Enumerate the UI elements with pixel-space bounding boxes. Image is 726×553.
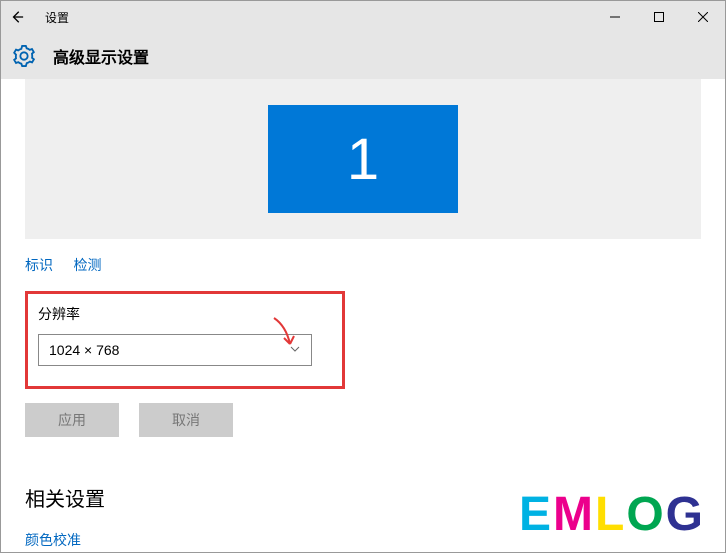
monitor-links: 标识 检测: [25, 255, 701, 275]
page-title: 高级显示设置: [53, 44, 149, 68]
monitor-tile-1[interactable]: 1: [268, 105, 458, 213]
annotation-arrow-icon: [268, 316, 300, 356]
resolution-section: 分辨率 1024 × 768: [25, 291, 345, 389]
window-controls: [593, 1, 725, 33]
action-buttons: 应用 取消: [25, 403, 701, 437]
detect-link[interactable]: 检测: [73, 255, 101, 275]
settings-window: 设置 高级显示设置 1 标识 检测: [0, 0, 726, 553]
arrow-left-icon: [10, 10, 24, 24]
titlebar: 设置: [1, 1, 725, 33]
maximize-button[interactable]: [637, 1, 681, 33]
gear-icon: [13, 45, 35, 67]
apply-button[interactable]: 应用: [25, 403, 119, 437]
page-header: 高级显示设置: [1, 33, 725, 79]
watermark: EMLOG: [519, 487, 705, 542]
close-button[interactable]: [681, 1, 725, 33]
minimize-button[interactable]: [593, 1, 637, 33]
minimize-icon: [610, 12, 620, 22]
window-title: 设置: [45, 9, 593, 26]
content-area: 1 标识 检测 分辨率 1024 × 768 应用 取消 相关设置: [1, 79, 725, 550]
back-button[interactable]: [1, 1, 33, 33]
monitor-number: 1: [347, 126, 379, 193]
resolution-value: 1024 × 768: [49, 342, 119, 358]
color-calibration-link[interactable]: 颜色校准: [25, 530, 81, 550]
close-icon: [698, 12, 708, 22]
cancel-button[interactable]: 取消: [139, 403, 233, 437]
monitor-preview-area: 1: [25, 79, 701, 239]
maximize-icon: [654, 12, 664, 22]
identify-link[interactable]: 标识: [25, 255, 53, 275]
